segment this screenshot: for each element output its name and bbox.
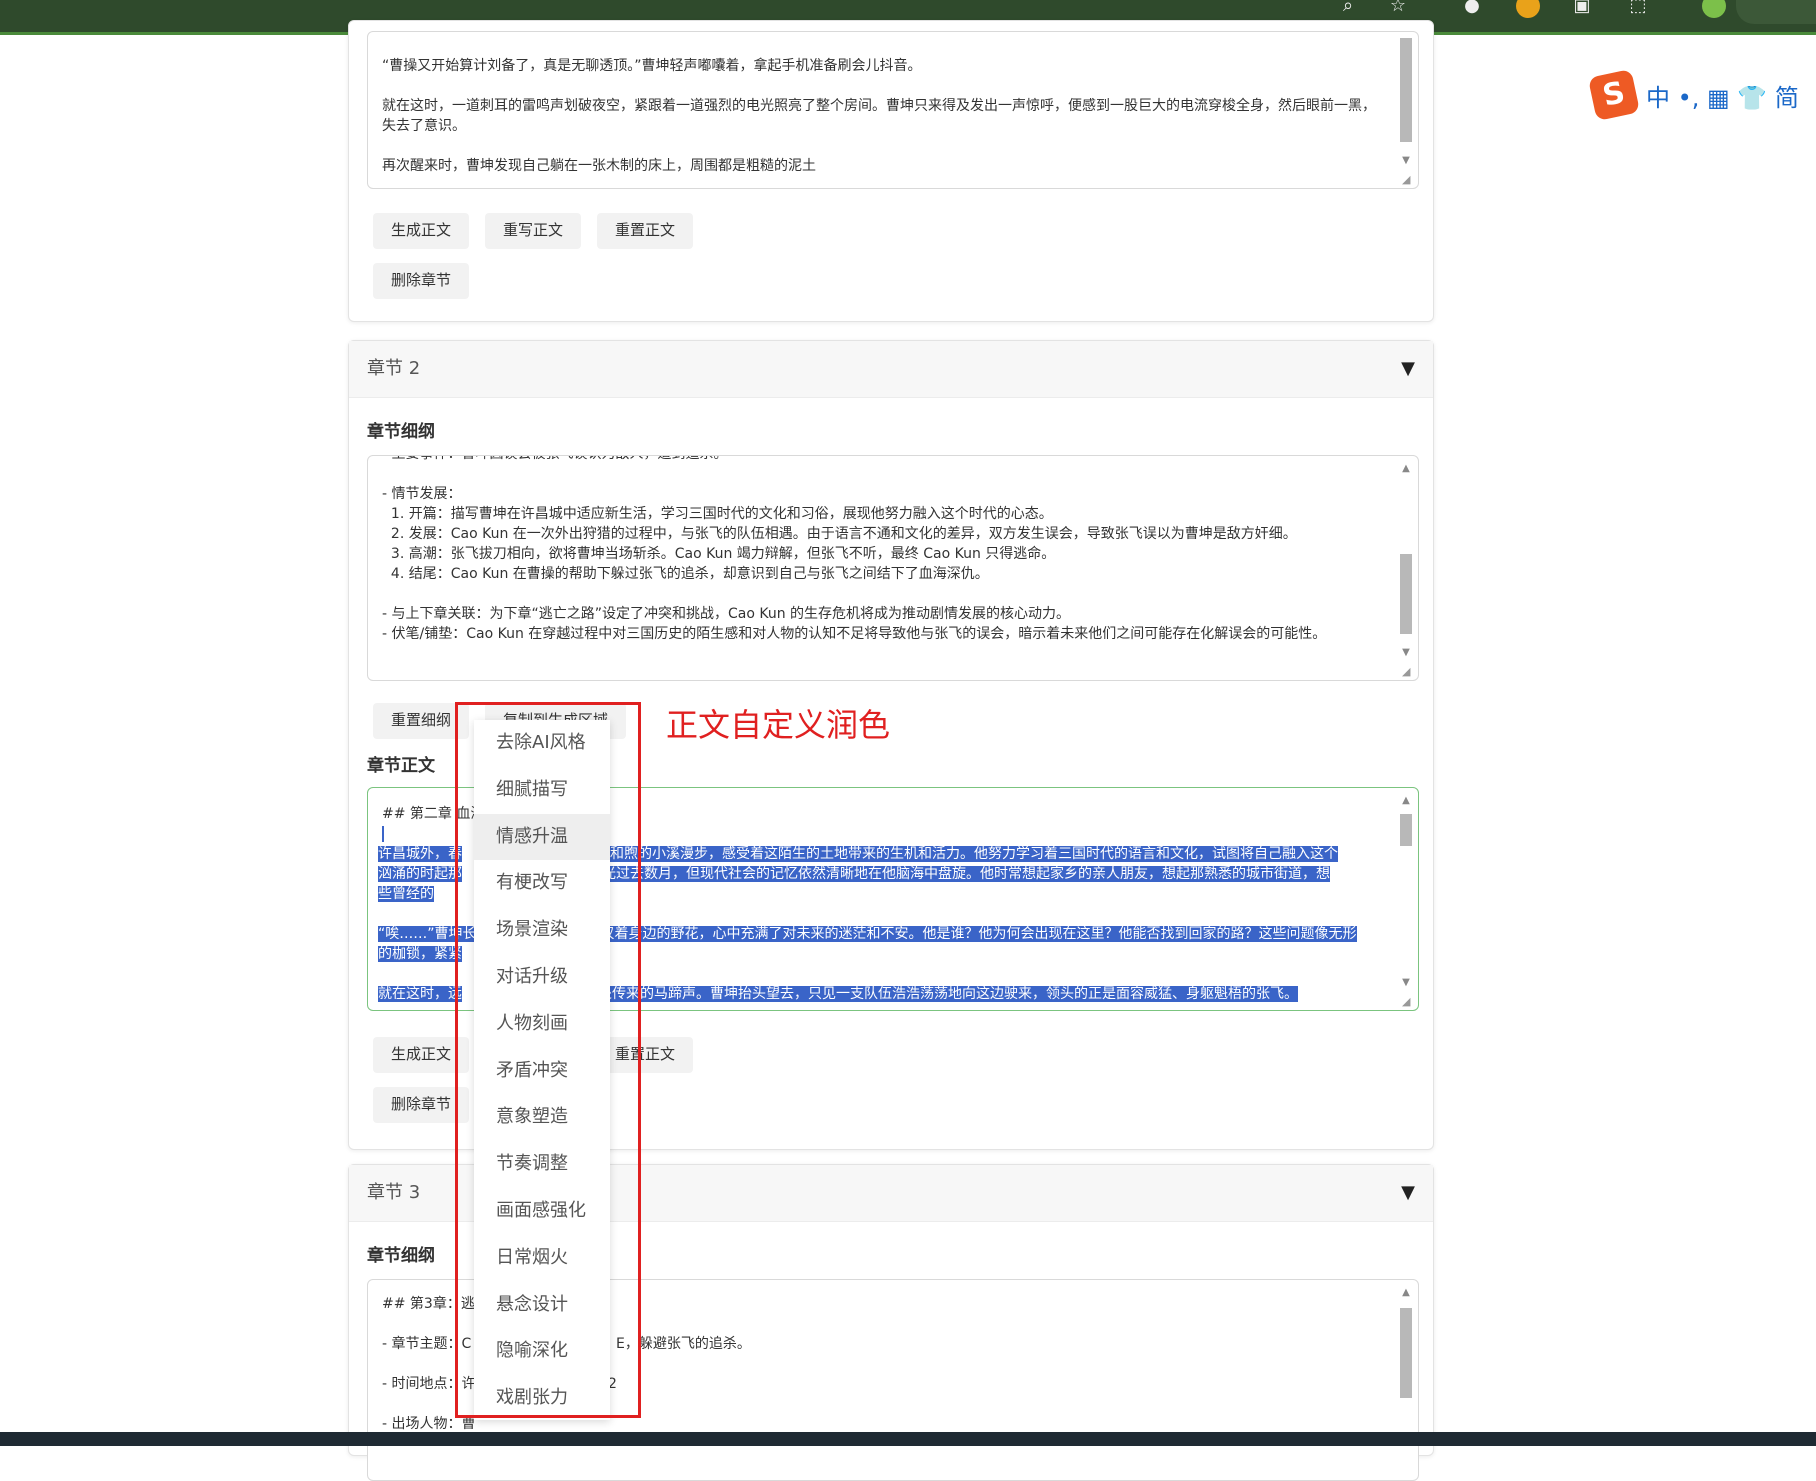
sogou-logo-icon: S [1587,68,1641,122]
selected-line: 叹着身边的野花，心中充满了对未来的迷茫和不安。他是谁？他为何会出现在这里？他能否… [600,926,1357,942]
scrollbar[interactable]: ▼ [1398,38,1414,170]
chapter-title: 章节 2 [367,358,421,379]
scrollbar-thumb[interactable] [1400,1308,1412,1398]
scroll-up-icon[interactable]: ▲ [1398,794,1414,808]
chapter-card-1: “曹操又开始算计刘备了，真是无聊透顶。”曹坤轻声嘟囔着，拿起手机准备刷会儿抖音。… [348,20,1434,322]
outline-label: 章节细纲 [367,422,435,442]
delete-chapter-button[interactable]: 删除章节 [373,263,470,299]
selected-line: 许昌城外，春 [378,846,462,862]
outline-textarea[interactable]: - 主要事件：曹坤因误会被张飞误认为敌人，遭到追杀。 - 情节发展： 1. 开篇… [367,455,1419,681]
chapter-title: 章节 3 [367,1182,421,1203]
scrollbar-thumb[interactable] [1400,38,1412,142]
scroll-up-icon[interactable]: ▲ [1398,1286,1414,1300]
scrollbar-thumb[interactable] [1400,554,1412,634]
selected-line: 就在这时，远 [378,986,462,1002]
outline-label: 章节细纲 [367,1246,435,1266]
selected-line: 些曾经的 [378,886,434,902]
scrollbar[interactable]: ▲ ▼ [1398,462,1414,662]
scrollbar-thumb[interactable] [1400,814,1412,846]
selected-line: 时光过去数月，但现代社会的记忆依然清晰地在他脑海中盘旋。他时常想起家乡的亲人朋友… [588,866,1330,882]
scrollbar[interactable]: ▲ ▼ [1398,794,1414,992]
scroll-up-icon[interactable]: ▲ [1398,462,1414,476]
text-cursor [382,826,384,842]
scroll-down-icon[interactable]: ▼ [1398,154,1414,168]
selected-line: 汹涌的时起那 [378,866,462,882]
ime-toolbar: S 中 •, ▦ 👕 简 [1587,68,1816,122]
ime-status[interactable]: 中 •, ▦ 👕 简 [1646,78,1799,113]
selected-line: 处传来的马蹄声。曹坤抬头望去，只见一支队伍浩浩荡荡地向这边驶来，领头的正是面容威… [598,986,1298,1002]
rewrite-body-button[interactable]: 重写正文 [485,213,582,249]
chapter-header[interactable]: 章节 2 ▼ [349,341,1433,398]
scroll-down-icon[interactable]: ▼ [1398,646,1414,660]
chapter-body-textarea[interactable]: “曹操又开始算计刘备了，真是无聊透顶。”曹坤轻声嘟囔着，拿起手机准备刷会儿抖音。… [367,31,1419,189]
resize-handle-icon[interactable]: ◢ [1402,996,1414,1008]
annotation-label: 正文自定义润色 [666,706,891,744]
bookmark-star-icon[interactable]: ☆ [1386,0,1410,18]
collapse-caret-icon[interactable]: ▼ [1401,1165,1415,1221]
extensions-puzzle-icon[interactable]: ⬚ [1626,0,1650,18]
reset-body-button[interactable]: 重置正文 [597,213,694,249]
taskbar-edge [0,1432,1816,1446]
extension-icon[interactable]: ● [1460,0,1484,18]
extension-icon[interactable]: ▣ [1570,0,1594,18]
scrollbar[interactable]: ▲ [1398,1286,1414,1440]
chapter-body-text: “曹操又开始算计刘备了，真是无聊透顶。”曹坤轻声嘟囔着，拿起手机准备刷会儿抖音。… [382,58,1376,174]
highlight-frame [455,702,641,1418]
generate-body-button[interactable]: 生成正文 [373,213,470,249]
search-icon[interactable]: ⌕ [1336,0,1360,18]
body-label: 章节正文 [367,756,435,776]
outline-text: - 主要事件：曹坤因误会被张飞误认为敌人，遭到追杀。 - 情节发展： 1. 开篇… [382,456,1327,642]
scroll-down-icon[interactable]: ▼ [1398,976,1414,990]
extension-icon[interactable] [1516,0,1540,18]
resize-handle-icon[interactable]: ◢ [1402,666,1414,678]
profile-avatar[interactable] [1702,0,1726,18]
selected-line: 的枷锁，紧紧 [378,946,462,962]
selected-line: 风和煦的小溪漫步，感受着这陌生的土地带来的生机和活力。他努力学习着三国时代的语言… [596,846,1338,862]
update-button[interactable] [1736,0,1816,24]
resize-handle-icon[interactable]: ◢ [1402,174,1414,186]
collapse-caret-icon[interactable]: ▼ [1401,341,1415,397]
